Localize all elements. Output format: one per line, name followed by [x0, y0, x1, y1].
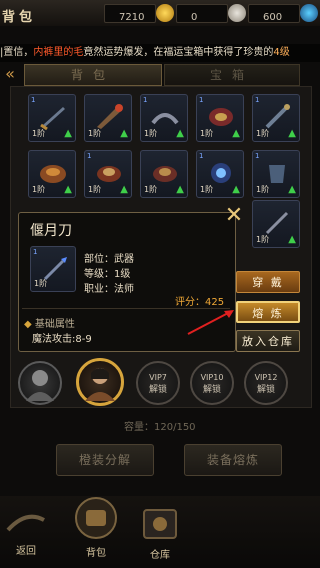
- resource-2-value: 0: [191, 12, 198, 23]
- resource-3-box: 600: [248, 4, 300, 23]
- slot-level: 1阶: [256, 129, 270, 138]
- move-to-storage-button[interactable]: 放入仓库: [236, 330, 300, 352]
- inventory-slot[interactable]: 1 1阶 ▲: [140, 94, 188, 142]
- resource-1-value: 7210: [119, 12, 145, 23]
- nav-back-label: 返回: [16, 546, 36, 557]
- resource-3-value: 600: [263, 12, 283, 23]
- equipment-smelt-button[interactable]: 装备熔炼: [184, 444, 282, 476]
- slot-level: 1阶: [32, 129, 46, 138]
- character-slot-2-selected[interactable]: [76, 358, 124, 406]
- unlock-label: 解锁: [256, 385, 275, 395]
- item-level: 等级：1级: [84, 269, 131, 280]
- smelt-button[interactable]: 熔 炼: [236, 301, 300, 323]
- slot-level: 1阶: [200, 185, 214, 194]
- unlock-label: 解锁: [202, 385, 221, 395]
- slot-level: 1阶: [256, 235, 270, 244]
- slot-level: 1阶: [200, 129, 214, 138]
- upgrade-arrow-icon: ▲: [232, 184, 240, 195]
- item-preview-slot: 1 1阶: [30, 246, 76, 292]
- upgrade-arrow-icon: ▲: [288, 184, 296, 195]
- upgrade-arrow-icon: ▲: [288, 234, 296, 245]
- base-attribute-label: 基础属性: [34, 319, 75, 330]
- inventory-slot[interactable]: 1 1阶 ▲: [28, 94, 76, 142]
- upgrade-arrow-icon: ▲: [64, 128, 72, 139]
- upgrade-arrow-icon: ▲: [120, 128, 128, 139]
- unlock-label: 解锁: [148, 385, 167, 395]
- inventory-slot[interactable]: 1阶 ▲: [84, 94, 132, 142]
- upgrade-arrow-icon: ▲: [288, 128, 296, 139]
- upgrade-arrow-icon: ▲: [232, 128, 240, 139]
- back-icon: [6, 514, 45, 532]
- warehouse-icon: [143, 509, 177, 539]
- slot-level: 1阶: [88, 185, 102, 194]
- upgrade-arrow-icon: ▲: [120, 184, 128, 195]
- system-announcement: |置信，内裤里的毛竟然运势爆发，在福运宝箱中获得了珍贵的4级: [0, 44, 320, 62]
- slot-level: 1阶: [32, 185, 46, 194]
- announcement-prefix: |置信，: [0, 47, 34, 58]
- tab-backpack[interactable]: 背包: [24, 64, 162, 86]
- inventory-slot[interactable]: 1 1阶 ▲: [252, 150, 300, 198]
- vip-requirement: VIP7: [149, 373, 167, 382]
- slot-level: 1阶: [144, 129, 158, 138]
- resource-2-box: 0: [176, 4, 228, 23]
- nav-back[interactable]: 返回: [4, 506, 48, 557]
- close-icon[interactable]: ✕: [224, 205, 244, 227]
- announcement-body: 竟然运势爆发，在福运宝箱中获得了珍贵的: [83, 47, 274, 58]
- inventory-slot[interactable]: 1 1阶 ▲: [84, 150, 132, 198]
- decompose-orange-button[interactable]: 橙装分解: [56, 444, 154, 476]
- pointer-arrow-icon: [187, 310, 234, 335]
- inventory-slot[interactable]: 1阶 ▲: [140, 150, 188, 198]
- vip7-character-slot[interactable]: VIP7 解锁: [136, 361, 180, 405]
- inventory-slot[interactable]: 1 1阶 ▲: [252, 94, 300, 142]
- bag-capacity: 容量：120/150: [124, 422, 196, 433]
- resource-1-box: 7210: [104, 4, 156, 23]
- upgrade-arrow-icon: ▲: [176, 128, 184, 139]
- vip12-character-slot[interactable]: VIP12 解锁: [244, 361, 288, 405]
- silver-ingot-icon: [228, 4, 246, 22]
- nav-storage-label: 仓库: [150, 550, 170, 561]
- equip-button[interactable]: 穿 戴: [236, 271, 300, 293]
- item-name: 偃月刀: [30, 223, 72, 239]
- item-profession: 职业：法师: [84, 284, 134, 295]
- slot-level: 1阶: [144, 185, 158, 194]
- inventory-slot[interactable]: 1 1阶 ▲: [196, 150, 244, 198]
- slot-level: 1阶: [256, 185, 270, 194]
- vip-requirement: VIP10: [200, 373, 224, 382]
- item-part: 部位：武器: [84, 254, 134, 265]
- upgrade-arrow-icon: ▲: [176, 184, 184, 195]
- item-preview-level: 1阶: [34, 279, 48, 288]
- base-attribute-value: 魔法攻击:8-9: [32, 334, 92, 345]
- inventory-slot[interactable]: 1阶 ▲: [28, 150, 76, 198]
- vip10-character-slot[interactable]: VIP10 解锁: [190, 361, 234, 405]
- announcement-reward: 4级: [273, 47, 290, 58]
- nav-storage[interactable]: 仓库: [136, 502, 184, 562]
- bullet-icon: ◆: [24, 319, 32, 330]
- nav-backpack-label: 背包: [86, 548, 106, 559]
- character-slot-1[interactable]: [18, 361, 62, 405]
- base-attribute-title: ◆ 基础属性: [24, 315, 75, 330]
- vip-requirement: VIP12: [254, 373, 278, 382]
- collapse-chevron-icon[interactable]: «: [2, 64, 18, 84]
- inventory-slot[interactable]: 1 1阶 ▲: [196, 94, 244, 142]
- announcement-player-name: 内裤里的毛: [33, 47, 84, 58]
- nav-backpack[interactable]: 背包: [72, 496, 120, 562]
- diamond-icon: [300, 4, 318, 22]
- inventory-slot[interactable]: 1阶 ▲: [252, 200, 300, 248]
- gold-coin-icon: [156, 4, 174, 22]
- slot-level: 1阶: [88, 129, 102, 138]
- page-title: 背包: [2, 10, 37, 25]
- backpack-icon: [75, 497, 117, 539]
- upgrade-arrow-icon: ▲: [64, 184, 72, 195]
- tab-treasure-chest[interactable]: 宝箱: [164, 64, 300, 86]
